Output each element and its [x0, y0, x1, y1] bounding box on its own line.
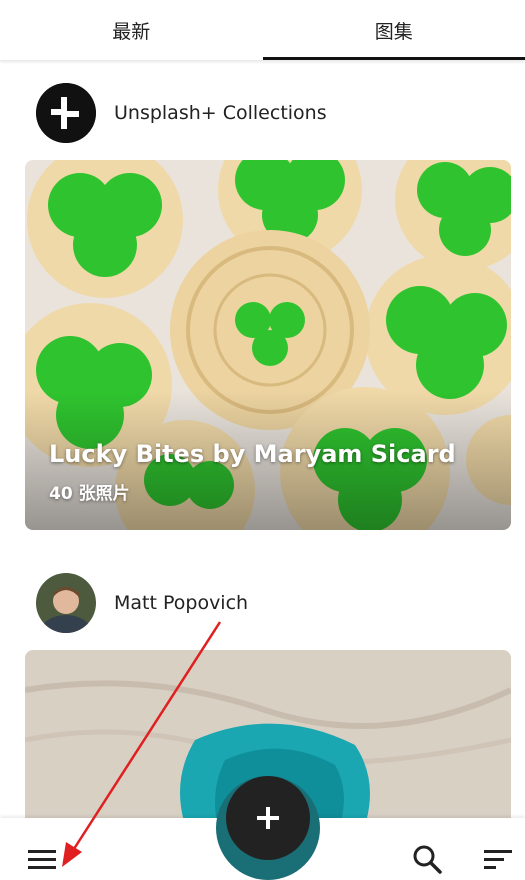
- search-button[interactable]: [412, 844, 442, 878]
- search-icon: [413, 845, 442, 874]
- collection-title: Lucky Bites by Maryam Sicard: [49, 440, 456, 468]
- tab-latest-label: 最新: [112, 20, 151, 43]
- tab-bar: 最新 图集: [0, 0, 525, 60]
- collection-owner-header[interactable]: Unsplash+ Collections: [0, 82, 525, 144]
- collection-owner-name[interactable]: Matt Popovich: [114, 592, 248, 614]
- unsplash-plus-logo-icon: [36, 83, 96, 143]
- add-button[interactable]: [226, 776, 310, 860]
- collections-feed[interactable]: Unsplash+ Collections Lucky Bites by Mar…: [0, 60, 525, 820]
- collection-owner-header[interactable]: Matt Popovich: [0, 572, 525, 634]
- collection-owner-name[interactable]: Unsplash+ Collections: [114, 102, 327, 124]
- unsplash-plus-logo-avatar[interactable]: [36, 83, 96, 143]
- sort-icon: [484, 850, 512, 869]
- user-avatar-image: [36, 573, 96, 633]
- plus-icon: [257, 807, 279, 829]
- menu-button[interactable]: [28, 848, 58, 874]
- menu-icon: [28, 850, 56, 869]
- tab-latest[interactable]: 最新: [0, 0, 263, 60]
- active-tab-indicator: [262, 57, 525, 60]
- tab-collections[interactable]: 图集: [262, 0, 525, 60]
- sort-button[interactable]: [484, 849, 512, 875]
- user-avatar[interactable]: [36, 573, 96, 633]
- collection-photo-count: 40 张照片: [49, 484, 130, 504]
- tab-collections-label: 图集: [374, 20, 413, 43]
- collection-card[interactable]: Lucky Bites by Maryam Sicard 40 张照片: [25, 160, 511, 530]
